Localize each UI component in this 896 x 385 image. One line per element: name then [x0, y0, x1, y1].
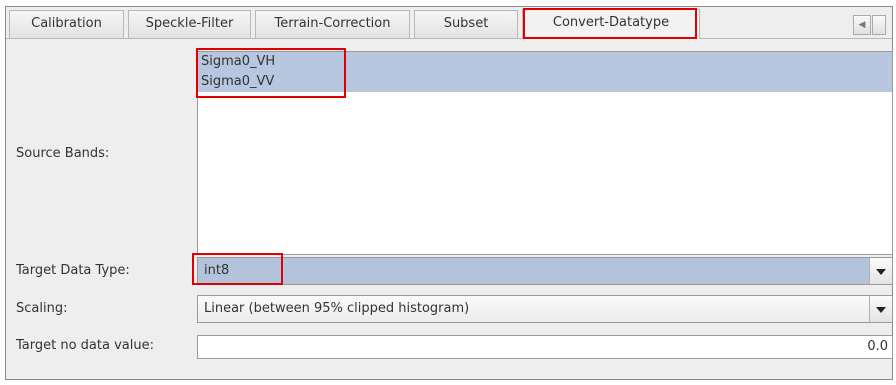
- tab-label: Convert-Datatype: [552, 15, 670, 30]
- target-no-data-label: Target no data value:: [16, 338, 154, 353]
- chevron-down-icon[interactable]: [869, 296, 892, 322]
- tab-label: Calibration: [31, 16, 102, 31]
- tab-label: Speckle-Filter: [145, 16, 234, 31]
- tab-speckle-filter[interactable]: Speckle-Filter: [128, 10, 251, 38]
- band-item-sigma0-vh[interactable]: Sigma0_VH: [198, 52, 892, 72]
- source-bands-list[interactable]: Sigma0_VH Sigma0_VV: [197, 51, 893, 255]
- scaling-value: Linear (between 95% clipped histogram): [204, 301, 470, 316]
- tab-terrain-correction[interactable]: Terrain-Correction: [255, 10, 410, 38]
- tab-calibration[interactable]: Calibration: [9, 10, 124, 38]
- scaling-label: Scaling:: [16, 301, 68, 316]
- operator-panel: Calibration Speckle-Filter Terrain-Corre…: [5, 6, 893, 380]
- chevron-down-icon[interactable]: [869, 258, 892, 284]
- tab-scroll-left-icon[interactable]: ◀: [853, 15, 871, 35]
- target-data-type-select[interactable]: int8: [197, 257, 893, 285]
- target-data-type-value: int8: [204, 263, 230, 278]
- target-no-data-value: 0.0: [867, 339, 888, 354]
- tab-subset[interactable]: Subset: [414, 10, 518, 38]
- scaling-select[interactable]: Linear (between 95% clipped histogram): [197, 295, 893, 323]
- source-bands-label: Source Bands:: [16, 146, 110, 161]
- tab-label: Terrain-Correction: [274, 16, 391, 31]
- tab-scroll-right-icon[interactable]: [872, 15, 886, 35]
- tab-convert-datatype[interactable]: Convert-Datatype: [522, 9, 700, 39]
- target-data-type-label: Target Data Type:: [16, 263, 130, 278]
- band-item-sigma0-vv[interactable]: Sigma0_VV: [198, 72, 892, 92]
- tab-bar: Calibration Speckle-Filter Terrain-Corre…: [6, 7, 892, 39]
- tab-label: Subset: [443, 16, 489, 31]
- target-no-data-field[interactable]: 0.0: [197, 335, 893, 359]
